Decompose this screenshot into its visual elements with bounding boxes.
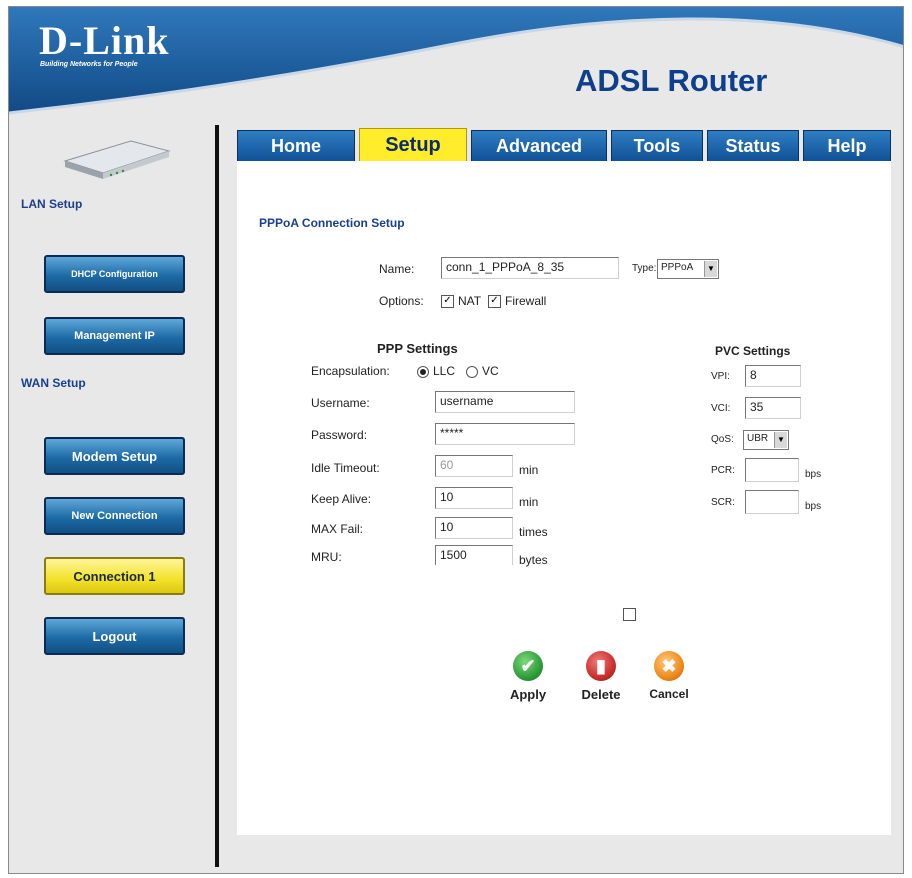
router-device-image [63,140,171,179]
type-label: Type: [632,263,657,274]
connection-1-button[interactable]: Connection 1 [44,557,185,595]
encap-llc-label: LLC [433,364,456,378]
setup-content-panel: PPPoA Connection Setup Name: conn_1_PPPo… [237,161,891,835]
keep-alive-input[interactable]: 10 [435,487,513,509]
scr-input[interactable] [745,490,799,514]
mru-label: MRU: [311,550,342,564]
max-fail-input[interactable]: 10 [435,517,513,539]
tab-setup[interactable]: Setup [359,128,467,162]
encapsulation-label: Encapsulation: [311,364,390,378]
check-icon: ✔ [513,651,543,681]
page-title: PPPoA Connection Setup [259,216,405,230]
cancel-x-icon: ✖ [654,651,684,681]
qos-label: QoS: [711,434,734,445]
mru-input[interactable]: 1500 [435,545,513,565]
wan-setup-heading: WAN Setup [21,376,86,390]
header-banner: D-Link Building Networks for People ADSL… [9,7,903,119]
type-select[interactable]: PPPoA ▼ [657,259,719,279]
options-label: Options: [379,294,424,308]
keep-alive-unit: min [519,495,539,509]
firewall-label: Firewall [505,294,547,308]
scr-label: SCR: [711,497,735,508]
dlink-logo: D-Link [39,18,170,63]
connection-name-input[interactable]: conn_1_PPPoA_8_35 [441,257,619,279]
ppp-settings-heading: PPP Settings [377,341,458,356]
username-input[interactable]: username [435,391,575,413]
logout-button[interactable]: Logout [44,617,185,655]
apply-button[interactable]: ✔ Apply [498,651,558,702]
new-connection-button[interactable]: New Connection [44,497,185,535]
keep-alive-label: Keep Alive: [311,492,372,506]
cancel-label: Cancel [649,687,689,701]
delete-label: Delete [581,687,621,702]
pcr-unit: bps [805,469,822,480]
sidebar-divider [215,125,219,867]
tab-tools[interactable]: Tools [611,130,703,162]
tab-advanced[interactable]: Advanced [471,130,607,162]
vci-label: VCI: [711,403,731,414]
encap-llc-radio[interactable] [417,366,429,378]
qos-select-value: UBR [747,433,769,444]
unlabeled-checkbox[interactable] [623,608,636,621]
delete-button[interactable]: ▮ Delete [571,651,631,702]
qos-select[interactable]: UBR ▼ [743,430,789,450]
trash-icon: ▮ [586,651,616,681]
tab-help[interactable]: Help [803,130,891,162]
idle-timeout-unit: min [519,463,539,477]
username-label: Username: [311,396,370,410]
firewall-checkbox[interactable]: ✓ [488,295,501,308]
apply-label: Apply [509,687,547,702]
pcr-input[interactable] [745,458,799,482]
vci-input[interactable]: 35 [745,397,801,419]
password-input[interactable]: ***** [435,423,575,445]
idle-timeout-label: Idle Timeout: [311,461,380,475]
max-fail-unit: times [519,525,548,539]
logo-tagline: Building Networks for People [40,61,138,68]
cancel-button[interactable]: ✖ Cancel [639,651,699,701]
password-label: Password: [311,428,368,442]
chevron-down-icon: ▼ [704,261,717,277]
vpi-input[interactable]: 8 [745,365,801,387]
idle-timeout-input[interactable]: 60 [435,455,513,477]
management-ip-button[interactable]: Management IP [44,317,185,355]
tab-home[interactable]: Home [237,130,355,162]
mru-unit: bytes [519,553,548,567]
dhcp-configuration-button[interactable]: DHCP Configuration [44,255,185,293]
pcr-label: PCR: [711,465,735,476]
modem-setup-button[interactable]: Modem Setup [44,437,185,475]
type-select-value: PPPoA [661,262,694,273]
router-admin-window: D-Link Building Networks for People ADSL… [8,6,904,874]
pvc-settings-heading: PVC Settings [715,344,791,358]
tab-status[interactable]: Status [707,130,799,162]
product-title: ADSL Router [575,63,768,98]
encap-vc-label: VC [482,364,499,378]
name-label: Name: [379,262,415,276]
lan-setup-heading: LAN Setup [21,197,83,211]
nat-checkbox[interactable]: ✓ [441,295,454,308]
scr-unit: bps [805,501,822,512]
max-fail-label: MAX Fail: [311,522,364,536]
encap-vc-radio[interactable] [466,366,478,378]
vpi-label: VPI: [711,371,730,382]
nat-label: NAT [458,294,482,308]
chevron-down-icon: ▼ [774,432,787,448]
